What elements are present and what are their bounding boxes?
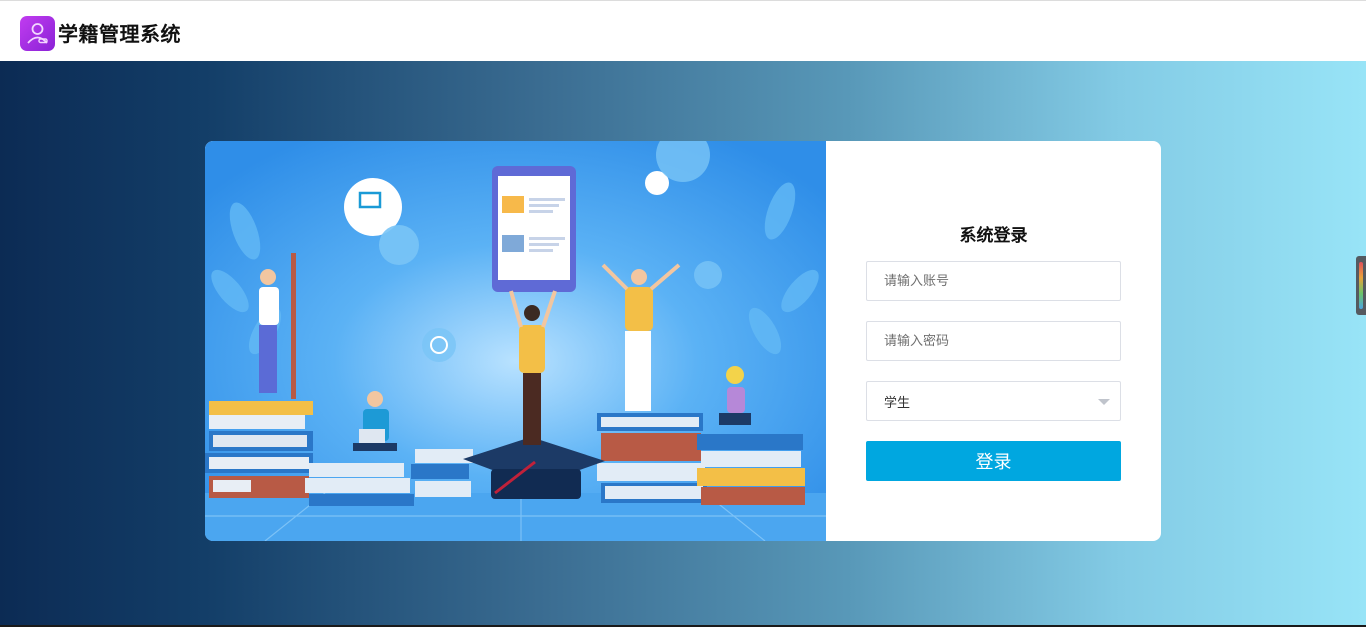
top-header: 学籍管理系统 <box>0 0 1366 61</box>
app-title: 学籍管理系统 <box>58 22 181 46</box>
login-button[interactable]: 登录 <box>866 441 1121 481</box>
students-with-books-illustration <box>205 141 826 541</box>
role-selected-value: 学生 <box>884 395 911 411</box>
chevron-down-icon[interactable] <box>1098 399 1110 405</box>
side-widget-tab[interactable] <box>1356 256 1366 315</box>
password-input[interactable] <box>866 321 1121 361</box>
login-card: 系统登录 学生 登录 <box>205 141 1161 541</box>
user-badge-icon <box>20 16 55 51</box>
login-title: 系统登录 <box>959 226 1028 246</box>
username-input[interactable] <box>866 261 1121 301</box>
side-widget-indicator <box>1359 262 1363 309</box>
role-select[interactable]: 学生 <box>866 381 1121 421</box>
